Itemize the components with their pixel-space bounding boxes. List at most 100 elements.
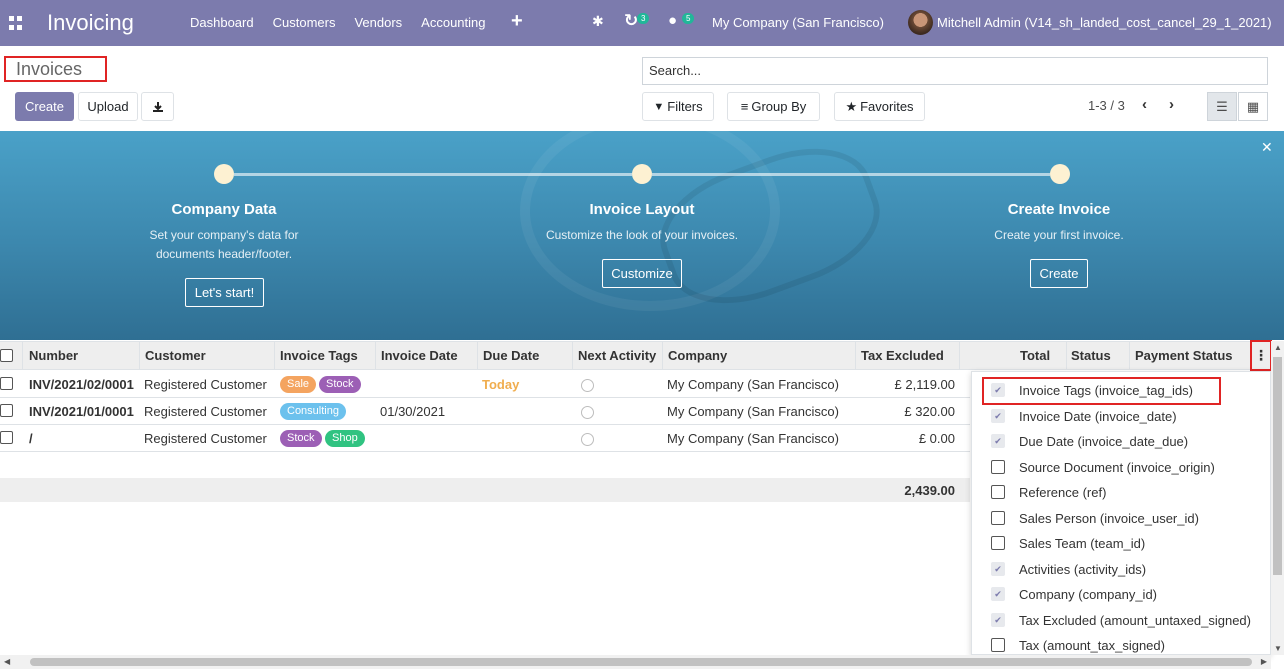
optional-column-label: Activities (activity_ids) [1019,562,1147,577]
vertical-scrollbar[interactable]: ▲ ▼ [1271,341,1284,655]
optional-column-item[interactable]: Sales Team (team_id) [972,531,1270,556]
breadcrumb-invoices: Invoices [4,56,107,82]
optional-column-item[interactable]: ✔ Activities (activity_ids) [972,557,1270,582]
header-due-date[interactable]: Due Date [483,348,539,363]
optional-column-item[interactable]: ✔ Due Date (invoice_date_due) [972,429,1270,454]
checkbox-checked[interactable]: ✔ [991,409,1005,423]
optional-column-item[interactable]: ✔ Invoice Date (invoice_date) [972,404,1270,429]
pager-previous-icon[interactable]: ‹ [1142,96,1147,113]
customize-button[interactable]: Customize [602,259,682,288]
apps-menu-icon[interactable] [9,16,23,30]
cell-number: INV/2021/02/0001 [29,377,134,392]
favorites-label: Favorites [860,99,914,114]
select-all-checkbox[interactable] [0,349,13,362]
favorites-button[interactable]: ★ Favorites [834,92,925,121]
app-brand[interactable]: Invoicing [47,10,134,36]
optional-column-label: Invoice Date (invoice_date) [1019,409,1177,424]
checkbox-checked[interactable]: ✔ [991,613,1005,627]
pager-next-icon[interactable]: › [1169,96,1174,113]
header-total[interactable]: Total [1020,348,1050,363]
optional-column-item[interactable]: Reference (ref) [972,480,1270,505]
messaging-chat-icon[interactable]: ● [668,12,677,58]
optional-column-item[interactable]: Sales Person (invoice_user_id) [972,506,1270,531]
activity-clock-icon[interactable] [581,433,594,446]
upload-button[interactable]: Upload [78,92,138,121]
row-checkbox[interactable] [0,377,13,390]
debug-bug-icon[interactable]: ✱ [592,13,604,59]
search-input[interactable]: Search... [642,57,1268,85]
checkbox-unchecked[interactable] [991,536,1005,550]
checkbox-unchecked[interactable] [991,460,1005,474]
highlight-box [982,377,1221,405]
header-payment-status[interactable]: Payment Status [1135,348,1233,363]
header-number[interactable]: Number [29,348,78,363]
checkbox-unchecked[interactable] [991,485,1005,499]
activity-clock-icon[interactable] [581,406,594,419]
row-checkbox[interactable] [0,431,13,444]
step-title-company-data: Company Data [171,201,277,218]
checkbox-unchecked[interactable] [991,638,1005,652]
tag-stock: Stock [280,430,322,447]
header-company[interactable]: Company [668,348,727,363]
filter-icon: ▼ [653,100,665,113]
step-desc-line: Set your company's data for [149,228,299,242]
export-download-button[interactable] [141,92,174,121]
filters-button[interactable]: ▼ Filters [642,92,714,121]
checkbox-checked[interactable]: ✔ [991,562,1005,576]
header-customer[interactable]: Customer [145,348,206,363]
checkbox-checked[interactable]: ✔ [991,434,1005,448]
pager-value[interactable]: 1-3 / 3 [1088,98,1125,113]
menu-customers[interactable]: Customers [273,15,336,30]
table-row[interactable]: INV/2021/02/0001 Registered Customer Sal… [0,371,970,398]
user-menu[interactable]: Mitchell Admin (V14_sh_landed_cost_cance… [937,15,1272,30]
menu-accounting[interactable]: Accounting [421,15,485,30]
header-invoice-tags[interactable]: Invoice Tags [280,348,358,363]
cell-tax-excluded: £ 320.00 [904,404,955,419]
scroll-left-icon[interactable]: ◀ [4,657,10,666]
table-row[interactable]: / Registered Customer Stock Shop My Comp… [0,425,970,452]
cell-customer: Registered Customer [144,377,267,392]
vertical-scroll-thumb[interactable] [1273,357,1282,575]
optional-column-item[interactable]: Tax (amount_tax_signed) [972,633,1270,654]
row-checkbox[interactable] [0,404,13,417]
list-view-icon[interactable]: ☰ [1207,92,1237,121]
header-tax-excluded[interactable]: Tax Excluded [861,348,944,363]
scroll-up-icon[interactable]: ▲ [1274,343,1282,352]
company-switcher[interactable]: My Company (San Francisco) [712,15,884,30]
cell-due-date: Today [482,377,520,392]
scroll-right-icon[interactable]: ▶ [1261,657,1267,666]
optional-column-item[interactable]: Source Document (invoice_origin) [972,455,1270,480]
user-avatar[interactable] [908,10,933,35]
tag-stock: Stock [319,376,361,393]
horizontal-scroll-thumb[interactable] [30,658,1252,666]
kanban-view-icon[interactable]: ▦ [1238,92,1268,121]
close-banner-icon[interactable]: ✕ [1261,139,1273,156]
group-by-label: Group By [751,99,807,114]
menu-dashboard[interactable]: Dashboard [190,15,254,30]
quick-create-icon[interactable]: + [511,10,523,33]
header-status[interactable]: Status [1071,348,1111,363]
download-icon [152,101,163,112]
cell-invoice-date: 01/30/2021 [380,404,446,419]
checkbox-checked[interactable]: ✔ [991,587,1005,601]
create-button[interactable]: Create [15,92,74,121]
menu-vendors[interactable]: Vendors [354,15,402,30]
cell-company: My Company (San Francisco) [667,404,839,419]
optional-column-label: Sales Team (team_id) [1019,536,1146,551]
scroll-down-icon[interactable]: ▼ [1274,644,1282,653]
optional-column-label: Sales Person (invoice_user_id) [1019,511,1199,526]
optional-columns-toggle-icon[interactable]: ⋮ [1250,340,1272,371]
checkbox-unchecked[interactable] [991,511,1005,525]
filters-label: Filters [667,99,703,114]
header-next-activity[interactable]: Next Activity [578,348,656,363]
activity-clock-icon[interactable] [581,379,594,392]
cell-company: My Company (San Francisco) [667,431,839,446]
horizontal-scrollbar[interactable]: ◀ ▶ [0,655,1271,669]
group-by-button[interactable]: ≡ Group By [727,92,820,121]
table-row[interactable]: INV/2021/01/0001 Registered Customer Con… [0,398,970,425]
header-invoice-date[interactable]: Invoice Date [381,348,458,363]
create-invoice-button[interactable]: Create [1030,259,1088,288]
lets-start-button[interactable]: Let's start! [185,278,264,307]
optional-column-item[interactable]: ✔ Company (company_id) [972,582,1270,607]
optional-column-item[interactable]: ✔ Tax Excluded (amount_untaxed_signed) [972,608,1270,633]
